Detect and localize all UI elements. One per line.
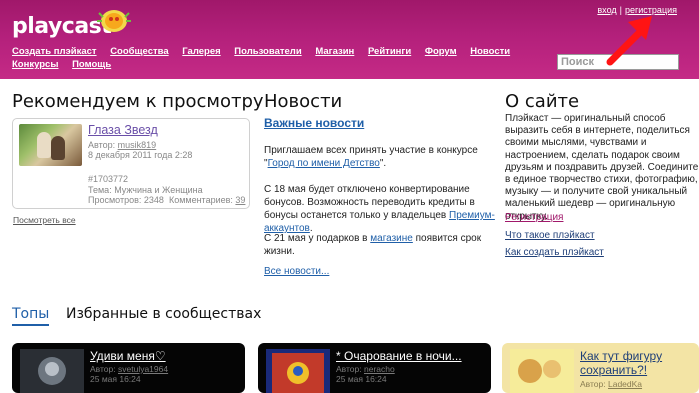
news-gift-text: С 21 мая у подарков в магазине появится … bbox=[264, 232, 496, 258]
recommend-item-title[interactable]: Глаза Звезд bbox=[88, 123, 158, 137]
see-all-link[interactable]: Посмотреть все bbox=[13, 215, 76, 225]
recommend-card[interactable]: Глаза Звезд Автор: musik819 8 декабря 20… bbox=[12, 118, 250, 209]
card-title[interactable]: * Очарование в ночи... bbox=[336, 349, 462, 363]
top-card[interactable]: * Очарование в ночи... Автор: neracho 25… bbox=[258, 343, 491, 393]
news-contest-text: Приглашаем всех принять участие в конкур… bbox=[264, 144, 496, 170]
card-date: 25 мая 16:24 bbox=[90, 374, 141, 384]
nav-users[interactable]: Пользователи bbox=[234, 46, 301, 57]
card-author-link[interactable]: neracho bbox=[364, 364, 395, 374]
card-author-link[interactable]: svetulya1964 bbox=[118, 364, 168, 374]
about-title: О сайте bbox=[505, 91, 580, 112]
news-title: Новости bbox=[264, 91, 343, 112]
top-card[interactable]: Удиви меня♡ Автор: svetulya1964 25 мая 1… bbox=[12, 343, 245, 393]
recommend-author-link[interactable]: musik819 bbox=[118, 140, 157, 150]
contest-link[interactable]: Город по имени Детство bbox=[268, 158, 380, 169]
nav-forum[interactable]: Форум bbox=[425, 46, 457, 57]
recommend-stats: Просмотров: 2348 Комментариев: 39 bbox=[88, 195, 245, 205]
views-label: Просмотров: bbox=[88, 195, 142, 205]
important-news-link[interactable]: Важные новости bbox=[264, 116, 364, 130]
recommend-date: 8 декабря 2011 года 2:28 bbox=[88, 150, 193, 160]
card-thumbnail[interactable] bbox=[20, 349, 84, 393]
nav-gallery[interactable]: Галерея bbox=[182, 46, 220, 57]
comments-count-link[interactable]: 39 bbox=[235, 195, 245, 205]
card-author: Автор: svetulya1964 bbox=[90, 364, 168, 374]
red-arrow-annotation bbox=[606, 16, 652, 66]
news-bonus-text: С 18 мая будет отключено конвертирование… bbox=[264, 183, 496, 235]
main-nav: Создать плэйкаст Сообщества Галерея Поль… bbox=[12, 45, 572, 71]
recommend-id: #1703772 bbox=[88, 174, 129, 184]
nav-help[interactable]: Помощь bbox=[72, 59, 111, 70]
nav-ratings[interactable]: Рейтинги bbox=[368, 46, 411, 57]
news-text: С 18 мая будет отключено конвертирование… bbox=[264, 184, 475, 221]
views-count: 2348 bbox=[143, 195, 164, 205]
top-card[interactable]: Как тут фигуру сохранить?! Автор: LadedK… bbox=[502, 343, 699, 393]
site-header: playcast вход | регистрация Создать плэйка… bbox=[0, 0, 699, 79]
tab-featured[interactable]: Избранные в сообществах bbox=[66, 306, 261, 322]
author-label: Автор: bbox=[336, 364, 362, 374]
card-thumbnail[interactable] bbox=[510, 349, 574, 393]
author-label: Автор: bbox=[88, 140, 116, 150]
about-text: Плэйкаст — оригинальный способ выразить … bbox=[505, 113, 699, 222]
recommend-author-line: Автор: musik819 bbox=[88, 140, 156, 150]
all-news-link[interactable]: Все новости... bbox=[264, 266, 329, 277]
playcast-logo[interactable]: playcast bbox=[12, 6, 142, 40]
nav-create[interactable]: Создать плэйкаст bbox=[12, 46, 97, 57]
nav-contests[interactable]: Конкурсы bbox=[12, 59, 58, 70]
author-label: Автор: bbox=[90, 364, 116, 374]
nav-shop[interactable]: Магазин bbox=[315, 46, 354, 57]
card-title[interactable]: Как тут фигуру сохранить?! bbox=[580, 349, 695, 377]
news-text: ". bbox=[379, 158, 387, 169]
logo-sun-icon bbox=[97, 10, 131, 32]
shop-link[interactable]: магазине bbox=[370, 233, 413, 244]
tab-tops[interactable]: Топы bbox=[12, 306, 50, 326]
card-author: Автор: neracho bbox=[336, 364, 395, 374]
nav-news[interactable]: Новости bbox=[470, 46, 510, 57]
about-link-how-to[interactable]: Как создать плэйкаст bbox=[505, 247, 604, 258]
about-link-what-is[interactable]: Что такое плэйкаст bbox=[505, 230, 595, 241]
nav-communities[interactable]: Сообщества bbox=[110, 46, 168, 57]
about-link-register[interactable]: Регистрация bbox=[505, 212, 563, 223]
recommend-thumbnail[interactable] bbox=[19, 124, 82, 166]
recommend-title: Рекомендуем к просмотру bbox=[12, 91, 264, 112]
card-thumbnail[interactable] bbox=[266, 349, 330, 393]
recommend-topic: Тема: Мужчина и Женщина bbox=[88, 185, 203, 195]
comments-label: Комментариев: bbox=[168, 195, 233, 205]
card-date: 25 мая 16:24 bbox=[336, 374, 387, 384]
news-text: С 21 мая у подарков в bbox=[264, 233, 368, 244]
card-title[interactable]: Удиви меня♡ bbox=[90, 349, 166, 363]
